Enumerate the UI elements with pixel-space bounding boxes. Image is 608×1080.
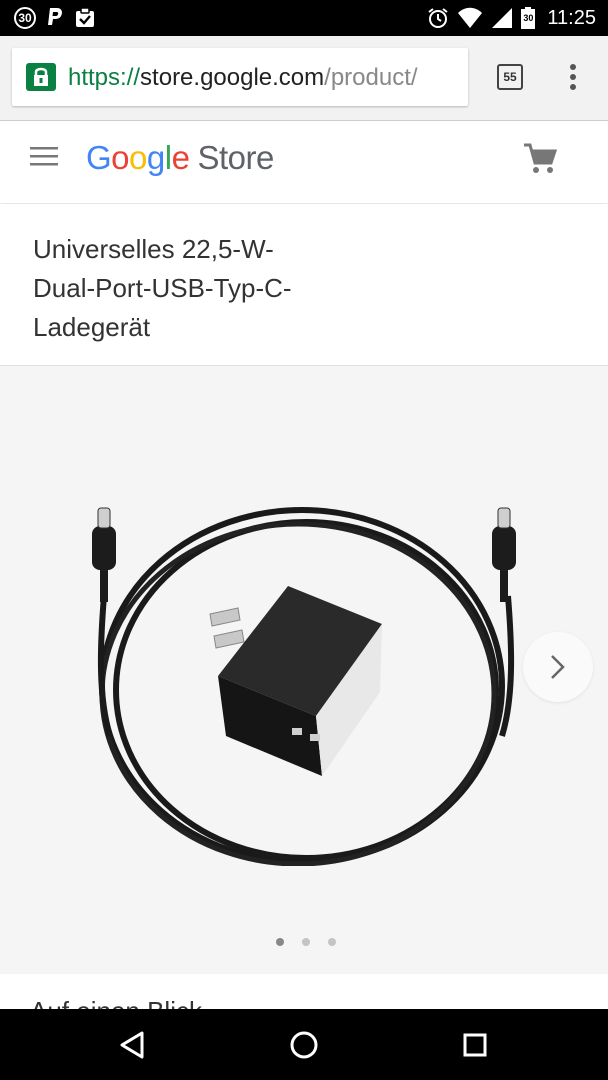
paypal-icon: [48, 8, 62, 25]
url-scheme: https://: [68, 64, 141, 91]
tab-switcher-button[interactable]: 55: [497, 64, 523, 90]
product-title: Universelles 22,5-W-Dual-Port-USB-Typ-C-…: [33, 234, 292, 342]
chevron-right-icon: [551, 655, 565, 679]
back-triangle-icon[interactable]: [114, 1027, 150, 1063]
lock-icon[interactable]: [26, 63, 56, 91]
gallery-pagination: [276, 938, 336, 946]
battery-level: 30: [523, 13, 534, 23]
store-header: Google Store: [0, 121, 608, 203]
logo-store-word: Store: [197, 139, 274, 176]
url-host: store.google.com: [140, 64, 325, 91]
logo-letter-g: G: [86, 139, 112, 176]
hamburger-icon[interactable]: [30, 145, 60, 169]
overflow-menu-icon[interactable]: [566, 64, 580, 92]
pagination-dot-2[interactable]: [302, 938, 310, 946]
notification-count-icon: 30: [14, 7, 36, 29]
overview-section: Auf einen Blick: [0, 974, 608, 1009]
logo-letter-l: l: [164, 139, 172, 176]
cart-icon[interactable]: [522, 141, 558, 177]
logo-letter-o1: o: [111, 139, 130, 176]
home-circle-icon[interactable]: [286, 1027, 322, 1063]
logo-letter-e: e: [171, 139, 190, 176]
url-field[interactable]: https://store.google.com/product/: [12, 48, 468, 106]
url-text[interactable]: https://store.google.com/product/: [68, 64, 418, 92]
overview-heading: Auf einen Blick: [30, 996, 202, 1009]
android-nav-bar: [0, 1009, 608, 1080]
recents-square-icon[interactable]: [457, 1027, 493, 1063]
status-time: 11:25: [547, 6, 596, 29]
logo-letter-g2: g: [146, 139, 165, 176]
battery-icon: 30: [521, 7, 536, 29]
next-image-button[interactable]: [523, 632, 593, 702]
signal-icon: [492, 8, 513, 28]
clipboard-check-icon: [76, 7, 94, 27]
alarm-icon: [428, 8, 449, 28]
browser-toolbar: https://store.google.com/product/ 55: [0, 36, 608, 121]
pagination-dot-1[interactable]: [276, 938, 284, 946]
product-title-section: Universelles 22,5-W-Dual-Port-USB-Typ-C-…: [0, 204, 608, 366]
wifi-icon: [458, 7, 483, 28]
logo-letter-o2: o: [129, 139, 147, 176]
url-path: /product/: [324, 64, 418, 91]
google-store-logo[interactable]: Google Store: [86, 139, 274, 177]
product-gallery[interactable]: [0, 366, 608, 974]
product-image[interactable]: [70, 496, 540, 866]
status-bar: 30 30 11:25: [0, 0, 608, 36]
pagination-dot-3[interactable]: [328, 938, 336, 946]
